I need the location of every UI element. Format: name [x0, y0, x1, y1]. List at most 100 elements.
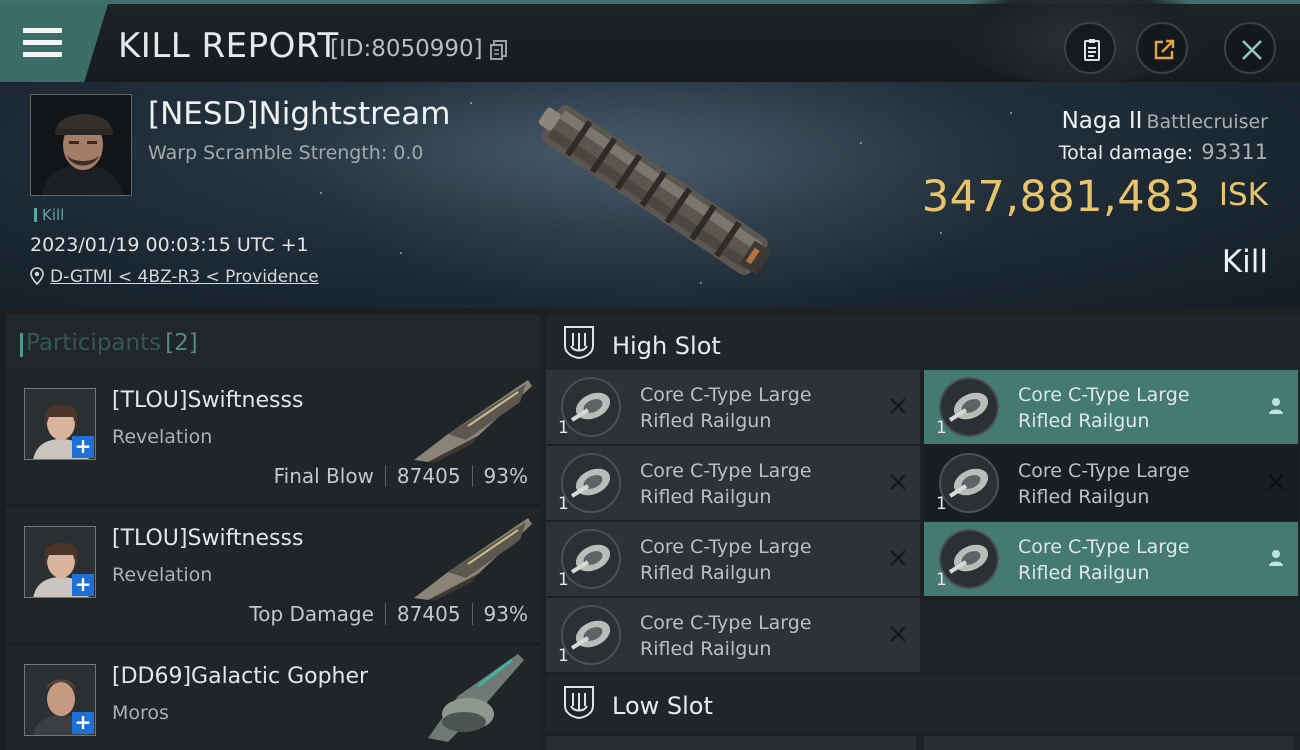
location-pin-icon [30, 267, 44, 285]
module-name: Core C-Type Large Rifled Railgun [1018, 536, 1190, 584]
railgun-icon [561, 453, 621, 513]
participant-name[interactable]: [DD69]Galactic Gopher [112, 664, 368, 689]
module-name: Core C-Type Large Rifled Railgun [1018, 460, 1190, 508]
avatar [31, 95, 131, 195]
report-id: [ID:8050990] [330, 36, 483, 62]
kill-location[interactable]: D-GTMI < 4BZ-R3 < Providence [30, 267, 319, 287]
victim-ship-image[interactable] [520, 90, 790, 290]
railgun-icon [561, 377, 621, 437]
close-icon [1242, 40, 1262, 60]
ship-class: Battlecruiser [1146, 111, 1268, 133]
railgun-icon [939, 529, 999, 589]
module-slot[interactable]: 1 Core C-Type Large Rifled Railgun [546, 370, 920, 444]
warp-scramble-strength: Warp Scramble Strength: 0.0 [148, 142, 424, 164]
destroyed-x-icon [890, 398, 906, 414]
low-slot-label: Low Slot [612, 692, 713, 720]
share-button[interactable] [1136, 22, 1188, 74]
participant-ship: Revelation [112, 426, 213, 448]
module-slot[interactable] [546, 736, 916, 750]
page-title: KILL REPORT [118, 26, 339, 66]
ship-name: Naga II [1061, 108, 1143, 134]
participant-stats: Final Blow 87405 93% [274, 464, 528, 488]
railgun-icon [561, 605, 621, 665]
participant-ship: Moros [112, 702, 169, 724]
module-slot[interactable] [924, 736, 1294, 750]
module-slot[interactable]: 1 Core C-Type Large Rifled Railgun [924, 522, 1298, 596]
participant-percent: 93% [483, 464, 528, 488]
participant-role: Final Blow [273, 464, 374, 488]
person-icon [1269, 398, 1283, 414]
low-slot-icon [564, 686, 594, 720]
high-slot-header[interactable]: High Slot [546, 314, 1300, 372]
fitting-panel: High Slot 1 Core C-Type Large Rifled Rail… [540, 308, 1300, 750]
destroyed-x-icon [890, 626, 906, 642]
module-quantity: 1 [558, 570, 569, 590]
destroyed-x-icon [1268, 474, 1284, 490]
module-slot[interactable]: 1 Core C-Type Large Rifled Railgun [546, 598, 920, 672]
total-damage-label: Total damage: [1058, 142, 1194, 164]
isk-value: 347,881,483 ISK [922, 172, 1268, 222]
participant-ship-image[interactable] [408, 508, 538, 604]
clipboard-button[interactable] [1064, 22, 1116, 74]
plus-badge-icon[interactable]: + [72, 712, 94, 734]
participant-name[interactable]: [TLOU]Swiftnesss [112, 526, 303, 551]
kill-type-tag: Kill [34, 206, 64, 224]
module-quantity: 1 [936, 494, 947, 514]
module-quantity: 1 [558, 494, 569, 514]
module-slot[interactable]: 1 Core C-Type Large Rifled Railgun [546, 522, 920, 596]
module-name: Core C-Type Large Rifled Railgun [640, 384, 812, 432]
victim-portrait[interactable] [30, 94, 132, 196]
destroyed-x-icon [890, 550, 906, 566]
module-slot[interactable]: 1 Core C-Type Large Rifled Railgun [924, 370, 1298, 444]
plus-badge-icon[interactable]: + [72, 574, 94, 596]
participant-row[interactable]: + [TLOU]Swiftnesss Revelation Top Damage… [6, 508, 540, 642]
participants-count: [2] [165, 330, 198, 356]
participants-header[interactable]: Participants [2] [6, 314, 540, 372]
module-name: Core C-Type Large Rifled Railgun [1018, 384, 1190, 432]
victim-ship-type[interactable]: Naga II Battlecruiser [1062, 108, 1268, 134]
module-slot[interactable]: 1 Core C-Type Large Rifled Railgun [924, 446, 1298, 520]
participants-panel: Participants [2] + [TLOU]Swiftnesss Revel… [0, 308, 540, 750]
header-bar: KILL REPORT [ID:8050990] [0, 0, 1300, 84]
participant-ship-image[interactable] [408, 370, 538, 466]
railgun-icon [939, 377, 999, 437]
close-button[interactable] [1224, 22, 1276, 74]
module-name: Core C-Type Large Rifled Railgun [640, 460, 812, 508]
module-quantity: 1 [936, 418, 947, 438]
module-name: Core C-Type Large Rifled Railgun [640, 612, 812, 660]
module-name: Core C-Type Large Rifled Railgun [640, 536, 812, 584]
menu-button[interactable] [0, 4, 108, 82]
plus-badge-icon[interactable]: + [72, 436, 94, 458]
location-link[interactable]: D-GTMI < 4BZ-R3 < Providence [50, 267, 319, 287]
participant-ship-image[interactable] [408, 646, 538, 742]
low-slot-header[interactable]: Low Slot [546, 674, 1300, 732]
module-quantity: 1 [936, 570, 947, 590]
total-damage-value: 93311 [1201, 140, 1268, 164]
module-quantity: 1 [558, 646, 569, 666]
railgun-icon [561, 529, 621, 589]
railgun-icon [939, 453, 999, 513]
participant-row[interactable]: + [DD69]Galactic Gopher Moros [6, 646, 540, 750]
participant-damage: 87405 [396, 464, 461, 488]
clipboard-icon [1084, 39, 1100, 61]
high-slot-label: High Slot [612, 332, 721, 360]
participant-percent: 93% [483, 602, 528, 626]
participant-row[interactable]: + [TLOU]Swiftnesss Revelation Final Blow… [6, 370, 540, 504]
total-damage: Total damage: 93311 [1059, 140, 1268, 164]
participant-ship: Revelation [112, 564, 213, 586]
isk-unit: ISK [1218, 177, 1268, 213]
participants-label: Participants [26, 330, 162, 356]
victim-name[interactable]: [NESD]Nightstream [148, 96, 450, 132]
destroyed-x-icon [890, 474, 906, 490]
victim-summary: [NESD]Nightstream Warp Scramble Strength… [0, 82, 1300, 308]
share-icon [1154, 39, 1175, 60]
result-label: Kill [1221, 244, 1268, 280]
module-slot[interactable]: 1 Core C-Type Large Rifled Railgun [546, 446, 920, 520]
copy-icon[interactable] [490, 40, 508, 60]
participant-role: Top Damage [249, 602, 374, 626]
kill-datetime: 2023/01/19 00:03:15 UTC +1 [30, 234, 309, 256]
participant-damage: 87405 [396, 602, 461, 626]
module-quantity: 1 [558, 418, 569, 438]
high-slot-icon [564, 326, 594, 360]
participant-name[interactable]: [TLOU]Swiftnesss [112, 388, 303, 413]
